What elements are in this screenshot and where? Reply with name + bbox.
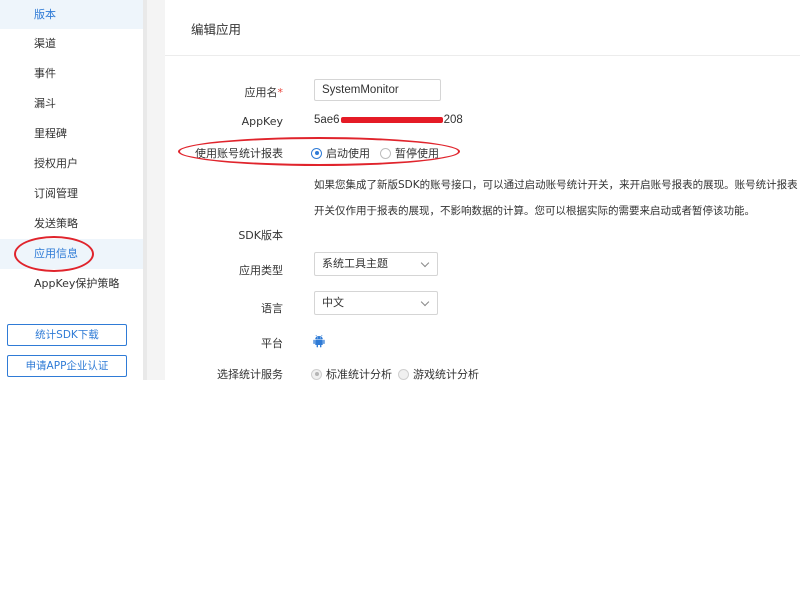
platform-label: 平台: [261, 337, 283, 350]
description-line-2: 开关仅作用于报表的展现，不影响数据的计算。您可以根据实际的需要来启动或者暂停该功…: [314, 205, 755, 217]
app-type-select[interactable]: 系统工具主题: [314, 252, 438, 276]
panel-header: 编辑应用: [165, 0, 800, 56]
sidebar-item-authorized-users[interactable]: 授权用户: [0, 149, 143, 179]
language-value: 中文: [322, 296, 344, 309]
appkey-value: 5ae6 208: [314, 114, 463, 126]
sidebar-item-appkey-protection[interactable]: AppKey保护策略: [0, 269, 143, 299]
main-panel: 编辑应用 应用名* SystemMonitor AppKey 5ae6 208 使…: [165, 0, 800, 382]
sidebar-item-app-info[interactable]: 应用信息: [0, 239, 143, 269]
sidebar-item-milestone[interactable]: 里程碑: [0, 119, 143, 149]
radio-checked-icon: [311, 368, 322, 380]
radio-unchecked-icon: [398, 368, 409, 380]
radio-unchecked-icon: [380, 147, 391, 159]
app-type-label: 应用类型: [239, 264, 283, 277]
app-type-value: 系统工具主题: [322, 257, 388, 270]
sidebar-item-subscription[interactable]: 订阅管理: [0, 179, 143, 209]
sidebar-item-channel[interactable]: 渠道: [0, 29, 143, 59]
description-line-1: 如果您集成了新版SDK的账号接口，可以通过启动账号统计开关，来开启账号报表的展现…: [314, 179, 798, 191]
account-stats-label: 使用账号统计报表: [195, 147, 283, 160]
sidebar: 版本 渠道 事件 漏斗 里程碑 授权用户 订阅管理 发送策略 应用信息 AppK…: [0, 0, 143, 380]
chevron-down-icon: [420, 258, 430, 268]
sidebar-item-event[interactable]: 事件: [0, 59, 143, 89]
account-stats-pause-radio[interactable]: 暂停使用: [380, 145, 439, 161]
standard-stats-label: 标准统计分析: [326, 368, 392, 381]
language-label: 语言: [261, 302, 283, 315]
account-stats-enable-radio[interactable]: 启动使用: [311, 145, 370, 161]
game-stats-label: 游戏统计分析: [413, 368, 479, 381]
appkey-suffix: 208: [443, 114, 463, 126]
chevron-down-icon: [420, 297, 430, 307]
app-name-label: 应用名*: [165, 84, 284, 100]
account-stats-enable-label: 启动使用: [326, 147, 370, 160]
enterprise-certification-button[interactable]: 申请APP企业认证: [7, 355, 127, 377]
app-name-label-text: 应用名: [244, 86, 278, 99]
sidebar-item-send-policy[interactable]: 发送策略: [0, 209, 143, 239]
sidebar-item-funnel[interactable]: 漏斗: [0, 89, 143, 119]
language-select[interactable]: 中文: [314, 291, 438, 315]
game-stats-radio[interactable]: 游戏统计分析: [398, 366, 479, 382]
stats-service-label: 选择统计服务: [217, 368, 283, 381]
radio-checked-icon: [311, 147, 322, 159]
required-mark: *: [277, 86, 284, 99]
standard-stats-radio[interactable]: 标准统计分析: [311, 366, 392, 382]
sdk-download-button[interactable]: 统计SDK下载: [7, 324, 127, 346]
account-stats-description: 如果您集成了新版SDK的账号接口，可以通过启动账号统计开关，来开启账号报表的展现…: [314, 172, 800, 224]
sidebar-item-version[interactable]: 版本: [0, 0, 143, 29]
app-name-input[interactable]: SystemMonitor: [314, 79, 441, 101]
account-stats-pause-label: 暂停使用: [395, 147, 439, 160]
appkey-label: AppKey: [241, 115, 283, 128]
sdk-version-label: SDK版本: [238, 229, 283, 242]
redaction-mark: [340, 116, 443, 123]
android-icon: [313, 334, 325, 348]
content-gutter: [147, 0, 165, 380]
page-title: 编辑应用: [191, 22, 242, 37]
appkey-prefix: 5ae6: [314, 114, 340, 126]
